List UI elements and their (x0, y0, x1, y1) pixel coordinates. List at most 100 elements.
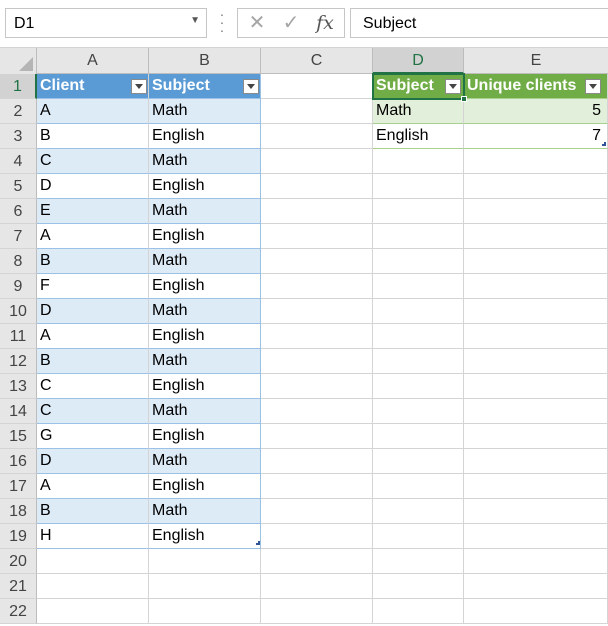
cell[interactable] (464, 374, 608, 399)
row-header[interactable]: 1 (0, 74, 37, 99)
cell[interactable] (149, 599, 261, 624)
cell[interactable] (464, 349, 608, 374)
cell[interactable] (464, 474, 608, 499)
row-header[interactable]: 13 (0, 374, 37, 399)
cell[interactable] (261, 274, 373, 299)
table1-cell-subject[interactable]: English (149, 324, 261, 349)
table1-cell-client[interactable]: A (37, 474, 149, 499)
cell[interactable] (261, 299, 373, 324)
row-header[interactable]: 2 (0, 99, 37, 124)
row-header[interactable]: 11 (0, 324, 37, 349)
row-header[interactable]: 20 (0, 549, 37, 574)
chevron-down-icon[interactable]: ▼ (190, 15, 200, 26)
cell[interactable] (373, 574, 464, 599)
table1-cell-subject[interactable]: Math (149, 199, 261, 224)
table2-resize-handle[interactable] (602, 142, 606, 146)
cell[interactable] (373, 399, 464, 424)
table1-cell-subject[interactable]: English (149, 424, 261, 449)
table2-header-subject[interactable]: Subject (373, 74, 464, 99)
table2-cell-unique-clients[interactable]: 5 (464, 99, 608, 124)
cell[interactable] (464, 249, 608, 274)
cell[interactable] (37, 549, 149, 574)
cell[interactable] (261, 474, 373, 499)
table1-cell-subject[interactable]: English (149, 524, 261, 549)
row-header[interactable]: 10 (0, 299, 37, 324)
cell[interactable] (261, 374, 373, 399)
cell[interactable] (464, 499, 608, 524)
cell[interactable] (149, 574, 261, 599)
cell[interactable] (261, 324, 373, 349)
cell[interactable] (261, 224, 373, 249)
cell[interactable] (373, 449, 464, 474)
cell[interactable] (373, 599, 464, 624)
table1-cell-subject[interactable]: Math (149, 349, 261, 374)
cell[interactable] (464, 449, 608, 474)
name-box[interactable]: D1 ▼ (5, 8, 207, 38)
cell[interactable] (373, 374, 464, 399)
cell[interactable] (373, 149, 464, 174)
worksheet-grid[interactable]: A B C D E 1 Client Subject Subject Unique cl… (0, 48, 608, 626)
column-header-c[interactable]: C (261, 48, 373, 74)
row-header[interactable]: 4 (0, 149, 37, 174)
table1-cell-subject[interactable]: Math (149, 149, 261, 174)
cell[interactable] (261, 124, 373, 149)
table1-cell-client[interactable]: B (37, 499, 149, 524)
cell[interactable] (373, 349, 464, 374)
row-header[interactable]: 6 (0, 199, 37, 224)
row-header[interactable]: 14 (0, 399, 37, 424)
row-header[interactable]: 18 (0, 499, 37, 524)
close-icon[interactable]: ✕ (242, 11, 272, 35)
row-header[interactable]: 17 (0, 474, 37, 499)
table1-cell-client[interactable]: D (37, 174, 149, 199)
cell[interactable] (261, 524, 373, 549)
table1-cell-client[interactable]: B (37, 249, 149, 274)
row-header[interactable]: 12 (0, 349, 37, 374)
table1-cell-subject[interactable]: English (149, 274, 261, 299)
filter-dropdown-icon[interactable] (131, 79, 147, 94)
table2-cell-subject[interactable]: Math (373, 99, 464, 124)
cell[interactable] (464, 524, 608, 549)
cell[interactable] (373, 199, 464, 224)
table1-cell-subject[interactable]: Math (149, 249, 261, 274)
cell[interactable] (373, 499, 464, 524)
cell[interactable] (373, 474, 464, 499)
cell[interactable] (261, 149, 373, 174)
cell[interactable] (464, 424, 608, 449)
table1-cell-subject[interactable]: Math (149, 499, 261, 524)
table1-cell-client[interactable]: A (37, 99, 149, 124)
row-header[interactable]: 3 (0, 124, 37, 149)
table1-cell-subject[interactable]: English (149, 174, 261, 199)
name-box-value[interactable]: D1 (14, 15, 34, 33)
table1-cell-subject[interactable]: English (149, 374, 261, 399)
table1-cell-subject[interactable]: English (149, 124, 261, 149)
table1-cell-client[interactable]: E (37, 199, 149, 224)
cell[interactable] (373, 249, 464, 274)
cell[interactable] (464, 549, 608, 574)
cell[interactable] (464, 199, 608, 224)
cell[interactable] (373, 549, 464, 574)
cell[interactable] (261, 424, 373, 449)
table1-cell-subject[interactable]: English (149, 224, 261, 249)
cell[interactable] (37, 599, 149, 624)
formula-value[interactable]: Subject (363, 15, 416, 33)
cell[interactable] (373, 174, 464, 199)
table1-cell-client[interactable]: B (37, 349, 149, 374)
cell[interactable] (464, 574, 608, 599)
column-header-d[interactable]: D (373, 48, 464, 74)
row-header[interactable]: 5 (0, 174, 37, 199)
row-header[interactable]: 7 (0, 224, 37, 249)
cell[interactable] (37, 574, 149, 599)
formula-input[interactable]: Subject (350, 8, 608, 38)
table1-cell-client[interactable]: C (37, 149, 149, 174)
table1-header-subject[interactable]: Subject (149, 74, 261, 99)
row-header[interactable]: 19 (0, 524, 37, 549)
table1-cell-client[interactable]: D (37, 299, 149, 324)
column-header-e[interactable]: E (464, 48, 608, 74)
cell[interactable] (464, 149, 608, 174)
table1-cell-subject[interactable]: Math (149, 99, 261, 124)
table1-cell-subject[interactable]: Math (149, 399, 261, 424)
cell[interactable] (261, 249, 373, 274)
table2-header-unique-clients[interactable]: Unique clients (464, 74, 608, 99)
cell[interactable] (464, 599, 608, 624)
more-options-icon[interactable]: · · · (218, 7, 226, 37)
